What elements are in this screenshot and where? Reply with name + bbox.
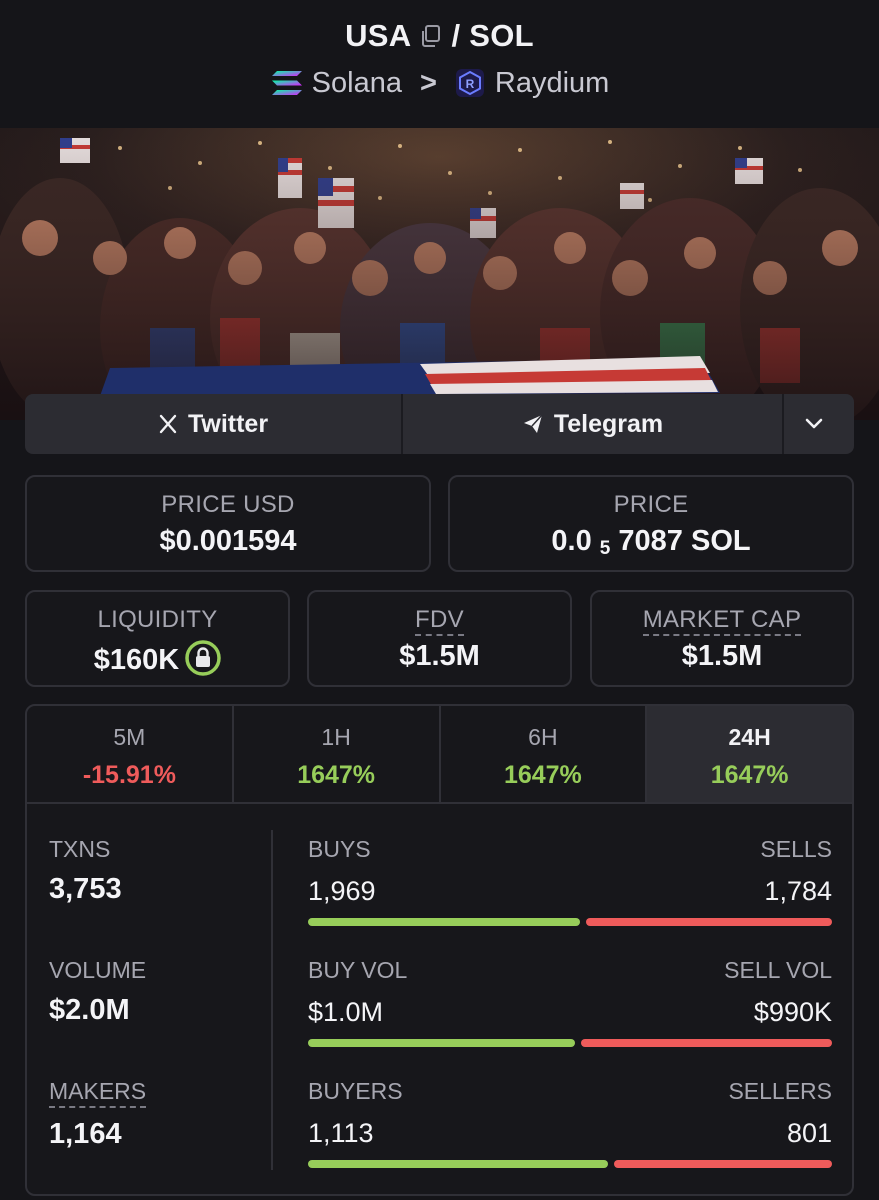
makers-metric: MAKERS 1,164: [49, 1078, 269, 1194]
market-cap-value: $1.5M: [681, 640, 763, 672]
price-native-zero-count: 5: [599, 538, 611, 559]
totals-column: TXNS 3,753 VOLUME $2.0M MAKERS 1,164: [49, 836, 269, 1194]
price-native-suffix: 7087 SOL: [618, 525, 751, 557]
buy-vol-value: $1.0M: [308, 997, 384, 1027]
telegram-plane-icon: [523, 414, 543, 433]
tab-change-value: 1647%: [710, 761, 789, 789]
fdv-label[interactable]: FDV: [415, 606, 464, 636]
tab-change-value: 1647%: [297, 761, 376, 789]
buys-label: BUYS: [308, 836, 371, 862]
volume-value: $2.0M: [49, 994, 130, 1026]
chain-breadcrumb: Solana > R Raydium: [0, 66, 879, 100]
pair-header: USA / SOL Solana > R Raydium: [0, 0, 879, 128]
volume-metric: VOLUME $2.0M: [49, 957, 269, 1078]
tab-6h[interactable]: 6H 1647%: [441, 706, 648, 802]
buys-bar: [308, 918, 580, 926]
timeframe-tabs: 5M -15.91% 1H 1647% 6H 1647% 24H 1647%: [27, 706, 852, 804]
trade-stats-panel: 5M -15.91% 1H 1647% 6H 1647% 24H 1647% T…: [25, 704, 854, 1196]
twitter-label: Twitter: [187, 409, 269, 438]
sell-vol-label: SELL VOL: [724, 957, 832, 983]
buys-sells-row: BUYS SELLS 1,969 1,784: [308, 836, 832, 957]
makers-value: 1,164: [49, 1118, 122, 1150]
buyers-value: 1,113: [308, 1118, 374, 1148]
tab-change-value: 1647%: [503, 761, 582, 789]
buy-sell-column: BUYS SELLS 1,969 1,784 BUY VOL SELL VOL …: [308, 836, 832, 1194]
sellers-value: 801: [786, 1118, 832, 1148]
price-usd-value: $0.001594: [159, 525, 297, 557]
sell-vol-value: $990K: [753, 997, 832, 1027]
sells-value: 1,784: [764, 876, 832, 906]
tab-change-value: -15.91%: [82, 761, 176, 789]
price-usd-card: PRICE USD $0.001594: [25, 475, 431, 572]
price-usd-label: PRICE USD: [161, 491, 295, 518]
chain-name[interactable]: Solana: [312, 67, 402, 99]
buys-value: 1,969: [308, 876, 376, 906]
makers-label[interactable]: MAKERS: [49, 1078, 147, 1108]
x-logo-icon: [159, 414, 177, 434]
market-cap-card: MARKET CAP $1.5M: [590, 590, 854, 687]
buyers-bar: [308, 1160, 608, 1168]
quote-token: SOL: [469, 18, 534, 53]
tab-label: 24H: [728, 724, 771, 750]
sells-bar: [586, 918, 832, 926]
price-native-card: PRICE 0.0 5 7087 SOL: [448, 475, 854, 572]
chevron-down-icon: [805, 418, 823, 429]
svg-text:R: R: [466, 77, 475, 91]
tab-label: 1H: [321, 724, 351, 750]
liquidity-value-row: $160K: [27, 640, 288, 677]
base-token: USA: [345, 18, 412, 53]
liquidity-lock-icon[interactable]: [185, 640, 221, 676]
buy-sell-volume-row: BUY VOL SELL VOL $1.0M $990K: [308, 957, 832, 1078]
pair-title: USA / SOL: [0, 18, 879, 54]
breadcrumb-chevron: >: [419, 66, 437, 99]
raydium-logo-icon: R: [455, 68, 485, 98]
social-links-bar: Twitter Telegram: [25, 394, 854, 454]
liquidity-label: LIQUIDITY: [97, 606, 218, 633]
more-links-dropdown[interactable]: [784, 394, 854, 454]
fdv-value: $1.5M: [399, 640, 480, 672]
solana-logo-icon: [270, 69, 304, 97]
market-cap-label[interactable]: MARKET CAP: [642, 606, 802, 636]
fdv-card: FDV $1.5M: [307, 590, 572, 687]
liquidity-card: LIQUIDITY $160K: [25, 590, 290, 687]
buy-vol-label: BUY VOL: [308, 957, 408, 983]
price-native-value: 0.0 5 7087 SOL: [450, 525, 852, 560]
pair-separator: /: [451, 18, 461, 53]
telegram-button[interactable]: Telegram: [403, 394, 784, 454]
tab-label: 6H: [528, 724, 558, 750]
tab-1h[interactable]: 1H 1647%: [234, 706, 441, 802]
twitter-button[interactable]: Twitter: [25, 394, 403, 454]
telegram-label: Telegram: [553, 409, 664, 438]
sells-label: SELLS: [760, 836, 832, 862]
txns-value: 3,753: [49, 873, 122, 905]
tab-5m[interactable]: 5M -15.91%: [27, 706, 234, 802]
column-divider: [271, 830, 273, 1170]
txns-label: TXNS: [49, 836, 111, 862]
price-native-prefix: 0.0: [551, 525, 592, 557]
txns-metric: TXNS 3,753: [49, 836, 269, 957]
buyers-label: BUYERS: [308, 1078, 403, 1104]
sellers-bar: [614, 1160, 832, 1168]
sell-vol-bar: [581, 1039, 832, 1047]
tab-label: 5M: [113, 724, 146, 750]
dex-name[interactable]: Raydium: [495, 67, 609, 99]
token-banner-image: [0, 128, 879, 420]
liquidity-value: $160K: [93, 644, 180, 676]
copy-icon[interactable]: [419, 20, 441, 47]
tab-24h[interactable]: 24H 1647%: [647, 706, 852, 802]
sellers-label: SELLERS: [728, 1078, 832, 1104]
volume-label: VOLUME: [49, 957, 147, 983]
buyers-sellers-row: BUYERS SELLERS 1,113 801: [308, 1078, 832, 1194]
price-native-label: PRICE: [613, 491, 689, 518]
buy-vol-bar: [308, 1039, 575, 1047]
